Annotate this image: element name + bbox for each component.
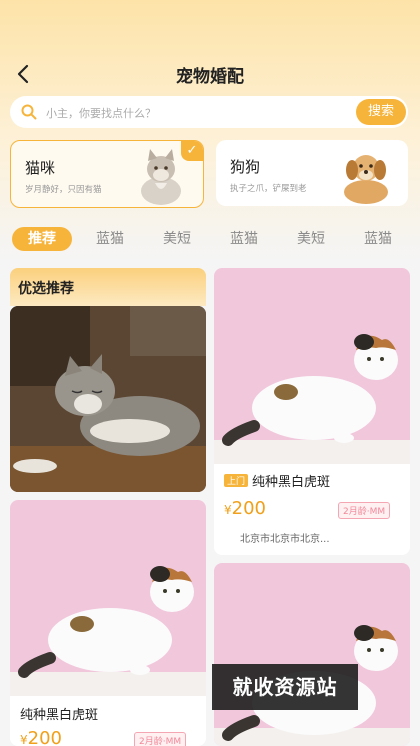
featured-header: 优选推荐 — [10, 268, 206, 306]
header-background — [0, 0, 420, 260]
home-visit-tag: 上门 — [224, 474, 249, 487]
tab-blue-cat[interactable]: 蓝猫 — [84, 227, 136, 251]
scottish-fold-photo — [214, 563, 410, 746]
tab-american-shorthair[interactable]: 美短 — [285, 227, 337, 251]
search-icon — [21, 104, 37, 120]
tab-american-shorthair[interactable]: 美短 — [151, 227, 203, 251]
featured-card[interactable] — [10, 306, 206, 492]
header-bar: 宠物婚配 — [0, 56, 420, 92]
category-name: 猫咪 — [25, 159, 56, 177]
scottish-fold-photo — [214, 268, 410, 464]
category-subtitle: 岁月静好，只因有猫 — [25, 185, 102, 195]
category-name: 狗狗 — [230, 158, 261, 176]
search-button[interactable]: 搜索 — [356, 99, 406, 125]
listing-card[interactable]: 纯种黑白虎斑 ¥200 2月龄·MM — [10, 500, 206, 746]
page-title: 宠物婚配 — [176, 67, 244, 87]
category-card-cat[interactable]: 猫咪 岁月静好，只因有猫 ✓ — [10, 140, 204, 208]
listing-card[interactable]: 上门 纯种黑白虎斑 ¥200 2月龄·MM 北京市北京市北京... — [214, 268, 410, 555]
watermark-overlay: 就收资源站 — [212, 664, 358, 710]
listing-location: 北京市北京市北京... — [240, 534, 330, 545]
listing-price: ¥200 — [20, 728, 62, 746]
dog-thumbnail-image — [344, 155, 388, 204]
tab-blue-cat[interactable]: 蓝猫 — [218, 227, 270, 251]
selected-check-icon: ✓ — [181, 141, 203, 161]
breed-tabs: 推荐 蓝猫 美短 蓝猫 美短 蓝猫 — [0, 225, 420, 253]
listing-price: ¥200 — [224, 498, 266, 519]
listing-title: 纯种黑白虎斑 — [20, 708, 99, 723]
age-badge: 2月龄·MM — [134, 732, 187, 746]
category-card-dog[interactable]: 狗狗 执子之爪，铲屎到老 — [216, 140, 408, 206]
scottish-fold-photo — [10, 500, 206, 696]
listing-card[interactable] — [214, 563, 410, 746]
search-bar: 搜索 — [10, 96, 408, 128]
tab-recommend[interactable]: 推荐 — [12, 227, 72, 251]
category-subtitle: 执子之爪，铲屎到老 — [230, 184, 307, 194]
tab-blue-cat[interactable]: 蓝猫 — [352, 227, 404, 251]
age-badge: 2月龄·MM — [338, 502, 391, 519]
featured-label: 优选推荐 — [18, 281, 74, 297]
listing-title: 上门 纯种黑白虎斑 — [224, 471, 330, 490]
search-input[interactable] — [44, 102, 348, 124]
sleeping-cat-photo — [10, 306, 206, 492]
